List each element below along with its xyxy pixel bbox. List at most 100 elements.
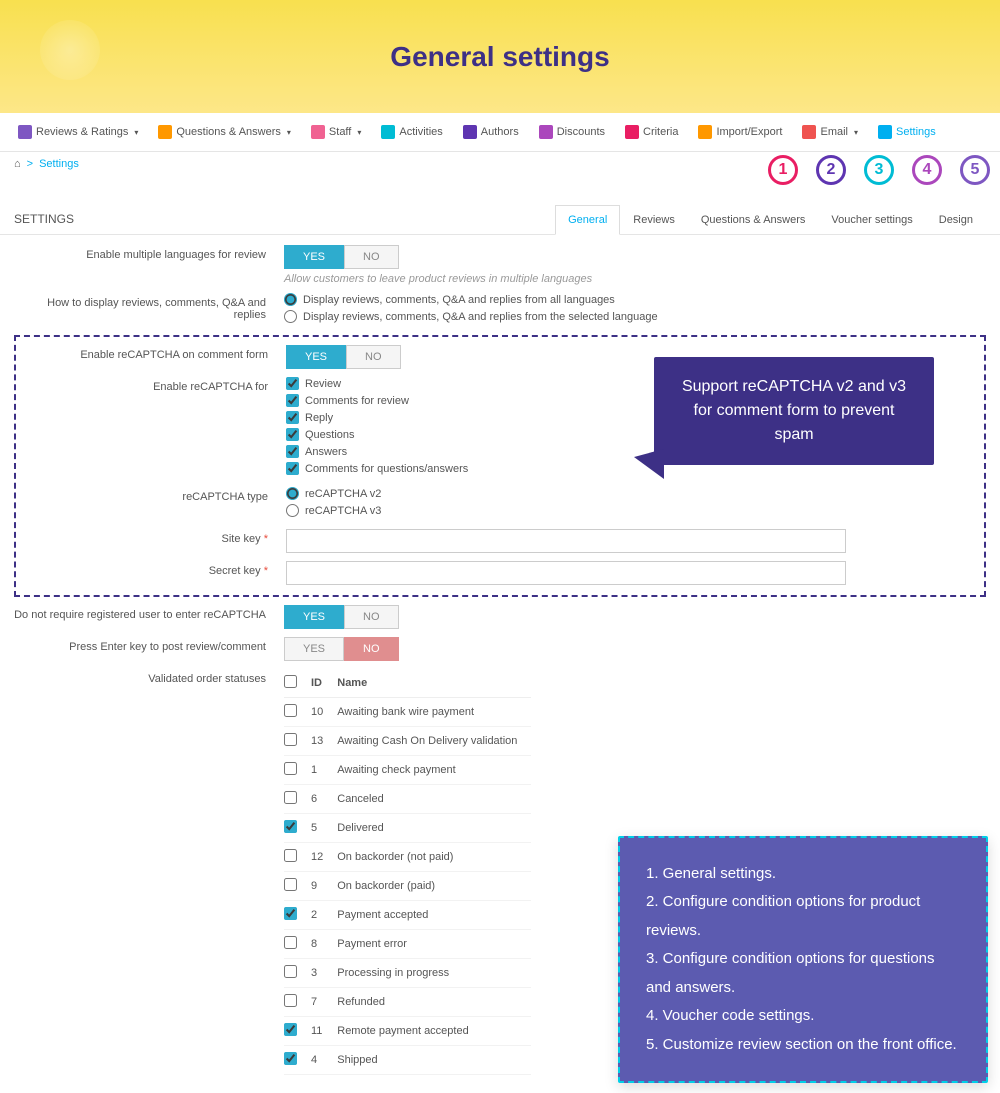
no-recaptcha-registered-toggle[interactable]: YES NO (284, 605, 399, 629)
settings-form: Enable multiple languages for review YES… (0, 235, 1000, 1093)
recaptcha-v2-radio[interactable]: reCAPTCHA v2 (286, 487, 984, 500)
required-asterisk: * (264, 565, 268, 577)
recaptcha-v3-label: reCAPTCHA v3 (305, 505, 381, 517)
table-row: 11Remote payment accepted (284, 1017, 531, 1046)
chevron-down-icon: ▾ (854, 128, 858, 137)
recaptcha-for-checkbox[interactable] (286, 462, 299, 475)
site-key-input[interactable] (286, 529, 846, 553)
status-name: On backorder (not paid) (337, 843, 531, 872)
status-checkbox[interactable] (284, 820, 297, 833)
table-row: 2Payment accepted (284, 901, 531, 930)
status-name: Canceled (337, 785, 531, 814)
status-checkbox[interactable] (284, 936, 297, 949)
tab-general[interactable]: General (555, 205, 620, 235)
recaptcha-for-label: Review (305, 378, 341, 390)
recaptcha-highlight-box: Support reCAPTCHA v2 and v3 for comment … (14, 335, 986, 597)
tab-voucher-settings[interactable]: Voucher settings (818, 205, 925, 234)
enable-recaptcha-yes[interactable]: YES (286, 345, 346, 369)
status-checkbox[interactable] (284, 1052, 297, 1065)
no-recaptcha-yes[interactable]: YES (284, 605, 344, 629)
status-id: 8 (311, 930, 337, 959)
nav-authors[interactable]: Authors (455, 121, 527, 143)
status-name: Awaiting check payment (337, 756, 531, 785)
press-enter-toggle[interactable]: YES NO (284, 637, 399, 661)
top-navigation: Reviews & Ratings▾Questions & Answers▾St… (0, 113, 1000, 152)
nav-icon (311, 125, 325, 139)
status-name: Payment accepted (337, 901, 531, 930)
recaptcha-v2-input[interactable] (286, 487, 299, 500)
display-selected-lang-radio[interactable]: Display reviews, comments, Q&A and repli… (284, 310, 986, 323)
display-opt1-label: Display reviews, comments, Q&A and repli… (303, 294, 615, 306)
display-opt2-input[interactable] (284, 310, 297, 323)
nav-reviews-ratings[interactable]: Reviews & Ratings▾ (10, 121, 146, 143)
status-id: 9 (311, 872, 337, 901)
display-how-label: How to display reviews, comments, Q&A an… (14, 293, 284, 321)
legend-line-1: 1. General settings. (646, 860, 960, 889)
display-opt1-input[interactable] (284, 293, 297, 306)
recaptcha-for-checkbox[interactable] (286, 394, 299, 407)
nav-email[interactable]: Email▾ (794, 121, 866, 143)
enable-lang-yes[interactable]: YES (284, 245, 344, 269)
status-checkbox[interactable] (284, 1023, 297, 1036)
no-recaptcha-registered-label: Do not require registered user to enter … (14, 605, 284, 621)
no-recaptcha-no[interactable]: NO (344, 605, 399, 629)
press-enter-yes[interactable]: YES (284, 637, 344, 661)
status-checkbox[interactable] (284, 791, 297, 804)
tab-questions-answers[interactable]: Questions & Answers (688, 205, 819, 234)
status-id: 2 (311, 901, 337, 930)
enable-recaptcha-toggle[interactable]: YES NO (286, 345, 401, 369)
recaptcha-for-checkbox[interactable] (286, 377, 299, 390)
recaptcha-v3-radio[interactable]: reCAPTCHA v3 (286, 504, 984, 517)
status-id: 4 (311, 1046, 337, 1075)
recaptcha-for-checkbox[interactable] (286, 445, 299, 458)
display-all-lang-radio[interactable]: Display reviews, comments, Q&A and repli… (284, 293, 986, 306)
status-id: 10 (311, 698, 337, 727)
breadcrumb-current[interactable]: Settings (39, 158, 79, 170)
table-row: 10Awaiting bank wire payment (284, 698, 531, 727)
home-icon[interactable]: ⌂ (14, 158, 21, 170)
enable-recaptcha-no[interactable]: NO (346, 345, 401, 369)
status-checkbox[interactable] (284, 878, 297, 891)
legend-card: 1. General settings. 2. Configure condit… (618, 836, 988, 1084)
nav-label: Criteria (643, 126, 678, 138)
nav-label: Questions & Answers (176, 126, 281, 138)
recaptcha-for-checkbox[interactable] (286, 428, 299, 441)
table-row: 12On backorder (not paid) (284, 843, 531, 872)
enable-lang-no[interactable]: NO (344, 245, 399, 269)
header-banner: General settings (0, 0, 1000, 113)
recaptcha-for-checkbox[interactable] (286, 411, 299, 424)
settings-tabs: GeneralReviewsQuestions & AnswersVoucher… (555, 205, 986, 234)
tab-reviews[interactable]: Reviews (620, 205, 688, 234)
badge-4: 4 (912, 155, 942, 185)
nav-criteria[interactable]: Criteria (617, 121, 686, 143)
panel-header: SETTINGS GeneralReviewsQuestions & Answe… (0, 204, 1000, 235)
nav-activities[interactable]: Activities (373, 121, 450, 143)
nav-icon (18, 125, 32, 139)
table-row: 6Canceled (284, 785, 531, 814)
nav-icon (625, 125, 639, 139)
status-checkbox[interactable] (284, 733, 297, 746)
nav-settings[interactable]: Settings (870, 121, 944, 143)
enable-lang-help: Allow customers to leave product reviews… (284, 273, 986, 285)
status-checkbox[interactable] (284, 849, 297, 862)
tab-design[interactable]: Design (926, 205, 986, 234)
nav-staff[interactable]: Staff▾ (303, 121, 369, 143)
status-checkbox[interactable] (284, 907, 297, 920)
nav-import-export[interactable]: Import/Export (690, 121, 790, 143)
status-checkbox[interactable] (284, 704, 297, 717)
secret-key-input[interactable] (286, 561, 846, 585)
nav-label: Settings (896, 126, 936, 138)
legend-line-5: 5. Customize review section on the front… (646, 1031, 960, 1060)
status-id: 1 (311, 756, 337, 785)
enable-lang-toggle[interactable]: YES NO (284, 245, 399, 269)
recaptcha-v3-input[interactable] (286, 504, 299, 517)
status-checkbox[interactable] (284, 965, 297, 978)
nav-questions-answers[interactable]: Questions & Answers▾ (150, 121, 299, 143)
status-checkbox[interactable] (284, 994, 297, 1007)
status-checkbox[interactable] (284, 762, 297, 775)
press-enter-no[interactable]: NO (344, 637, 399, 661)
status-select-all[interactable] (284, 675, 297, 688)
nav-label: Reviews & Ratings (36, 126, 128, 138)
nav-discounts[interactable]: Discounts (531, 121, 613, 143)
table-row: 13Awaiting Cash On Delivery validation (284, 727, 531, 756)
